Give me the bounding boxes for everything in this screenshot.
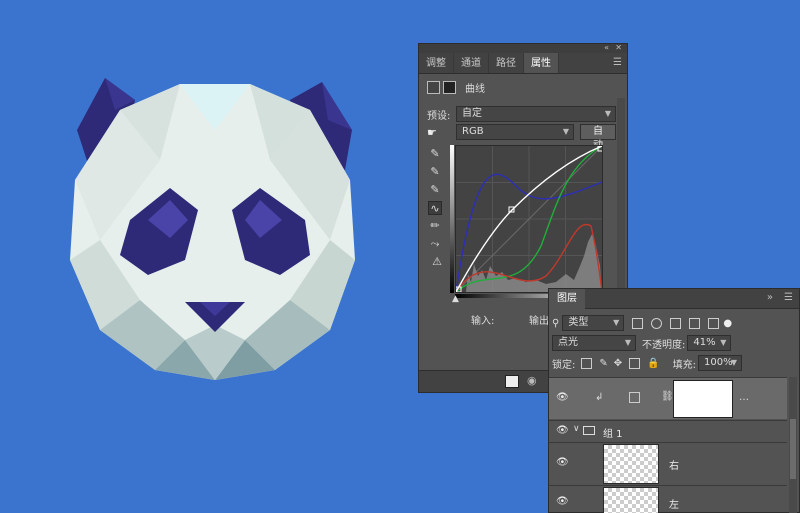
- folder-icon: [583, 426, 595, 435]
- filter-kind-value: 类型: [568, 317, 589, 328]
- panel-menu-icon[interactable]: ☰: [784, 292, 793, 303]
- lock-transparent-icon[interactable]: [581, 357, 593, 369]
- layer-thumbnail: [603, 444, 659, 484]
- chevron-down-icon: ▼: [562, 127, 569, 136]
- visibility-eye-icon[interactable]: 👁: [556, 392, 569, 403]
- preset-row: 预设: 自定 ▼: [427, 106, 627, 122]
- layer-curves[interactable]: 👁 ↲ ⛓ …: [549, 377, 787, 419]
- lock-row: 锁定: ✎ ✥ 🔒 填充: 100% ▼: [552, 354, 796, 372]
- lock-position-icon[interactable]: ✥: [614, 358, 622, 369]
- fill-label: 填充:: [672, 359, 696, 371]
- clip-to-layer-icon[interactable]: [505, 375, 519, 388]
- chevron-down-icon[interactable]: ∨: [573, 424, 580, 434]
- adjustment-filter-icon[interactable]: [651, 317, 663, 329]
- layer-name: 组 1: [603, 429, 623, 440]
- layer-left[interactable]: 👁 左: [549, 485, 787, 513]
- pencil-icon[interactable]: ✏: [428, 219, 442, 233]
- chain-link-icon[interactable]: ⛓: [661, 391, 674, 402]
- view-previous-icon[interactable]: ◉: [527, 374, 537, 387]
- mask-icon[interactable]: [443, 81, 456, 94]
- preset-select[interactable]: 自定 ▼: [456, 106, 616, 122]
- more-icon: …: [739, 392, 749, 403]
- shape-filter-icon[interactable]: [689, 317, 701, 329]
- layers-scrollbar[interactable]: [789, 377, 797, 513]
- layer-name: 右: [669, 461, 679, 472]
- collapse-icon[interactable]: «: [604, 43, 609, 52]
- blend-row: 点光 ▼ 不透明度: 41% ▼: [552, 334, 796, 352]
- pixel-filter-icon[interactable]: [632, 317, 644, 329]
- filter-kind-select[interactable]: 类型 ▼: [562, 315, 625, 331]
- fill-input[interactable]: 100% ▼: [697, 355, 742, 371]
- visibility-eye-icon[interactable]: 👁: [556, 496, 569, 507]
- lock-label: 锁定:: [552, 359, 576, 371]
- curves-adjustment-icon: [427, 81, 440, 94]
- adjustment-title: 曲线: [465, 84, 485, 95]
- filter-toggle-icon[interactable]: ●: [723, 318, 732, 329]
- lock-artboard-icon[interactable]: [629, 357, 641, 369]
- curves-layer-icon: [629, 392, 640, 403]
- tab-properties[interactable]: 属性: [524, 53, 559, 73]
- tab-layers[interactable]: 图层: [549, 289, 585, 309]
- chevron-down-icon: ▼: [613, 318, 620, 327]
- type-filter-icon[interactable]: [670, 317, 682, 329]
- chevron-down-icon: ▼: [720, 338, 727, 347]
- panel-titlebar: « ✕: [419, 43, 627, 53]
- white-eyedropper-icon[interactable]: ✎: [428, 183, 442, 197]
- close-icon[interactable]: ✕: [615, 43, 622, 52]
- preset-label: 预设:: [427, 110, 451, 122]
- chevron-down-icon: ▼: [730, 358, 737, 367]
- channel-select[interactable]: RGB ▼: [456, 124, 574, 140]
- clipping-warning-icon[interactable]: ⚠: [428, 255, 446, 269]
- gray-eyedropper-icon[interactable]: ✎: [428, 165, 442, 179]
- layers-panel: 图层 » ☰ ⚲ 类型 ▼ ● 点光 ▼ 不透明度: 41% ▼ 锁定: ✎ ✥…: [548, 288, 800, 513]
- curves-plot: [455, 145, 604, 293]
- collapse-icon[interactable]: »: [767, 292, 773, 303]
- opacity-label: 不透明度:: [642, 339, 686, 351]
- black-point-slider-icon[interactable]: ▲: [452, 294, 459, 304]
- black-eyedropper-icon[interactable]: ✎: [428, 147, 442, 161]
- target-adjustment-icon[interactable]: ☛: [427, 126, 456, 139]
- lock-all-icon[interactable]: 🔒: [647, 358, 659, 369]
- fill-value: 100%: [703, 357, 733, 368]
- chevron-down-icon: ▼: [604, 109, 611, 118]
- layer-right[interactable]: 👁 右: [549, 442, 787, 484]
- tab-channels[interactable]: 通道: [454, 53, 489, 73]
- panel-menu-icon[interactable]: ☰: [613, 57, 622, 68]
- visibility-eye-icon[interactable]: 👁: [556, 457, 569, 468]
- scrollbar-thumb[interactable]: [790, 419, 796, 479]
- clipping-arrow-icon: ↲: [595, 392, 604, 403]
- input-label: 输入:: [471, 316, 495, 327]
- layers-tabs: 图层 » ☰: [549, 289, 799, 309]
- blend-mode-select[interactable]: 点光 ▼: [552, 335, 636, 351]
- curve-point-tool-icon[interactable]: ∿: [428, 201, 442, 215]
- smart-object-filter-icon[interactable]: [708, 317, 720, 329]
- tab-adjustments[interactable]: 调整: [419, 53, 454, 73]
- opacity-input[interactable]: 41% ▼: [687, 335, 732, 351]
- layer-mask-thumbnail[interactable]: [673, 380, 733, 418]
- output-gradient: [450, 145, 454, 293]
- tab-paths[interactable]: 路径: [489, 53, 524, 73]
- curves-graph[interactable]: [455, 145, 604, 293]
- visibility-eye-icon[interactable]: 👁: [556, 425, 569, 436]
- lock-image-icon[interactable]: ✎: [599, 358, 607, 369]
- opacity-value: 41%: [693, 337, 716, 348]
- properties-header: 曲线: [427, 80, 627, 95]
- channel-value: RGB: [462, 126, 484, 137]
- filter-row: ⚲ 类型 ▼ ●: [552, 314, 796, 332]
- smooth-icon[interactable]: ⤳: [428, 237, 442, 251]
- auto-button[interactable]: 自动: [580, 124, 616, 151]
- preset-value: 自定: [462, 108, 482, 119]
- layer-thumbnail: [603, 487, 659, 513]
- search-icon: ⚲: [552, 317, 560, 329]
- layer-name: 左: [669, 500, 679, 511]
- chevron-down-icon: ▼: [624, 338, 631, 347]
- layer-group[interactable]: 👁 ∨ 组 1: [549, 420, 787, 441]
- panda-artwork: [70, 78, 355, 380]
- panel-tabs: 调整 通道 路径 属性 ☰: [419, 53, 627, 74]
- blend-mode-value: 点光: [558, 337, 578, 348]
- channel-row: ☛ RGB ▼ 自动: [427, 124, 627, 151]
